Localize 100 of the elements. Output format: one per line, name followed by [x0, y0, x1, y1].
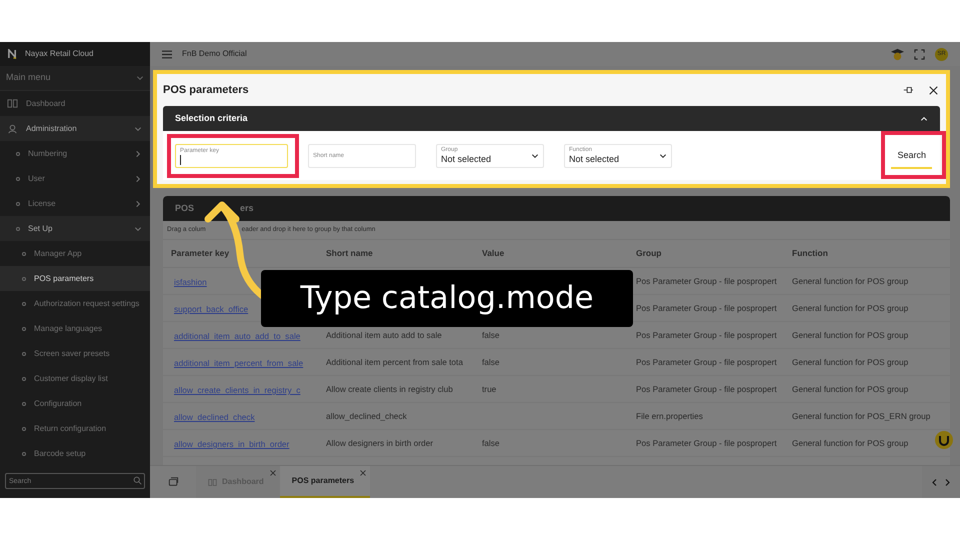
chevron-right-icon — [134, 174, 142, 182]
sidebar-item[interactable]: Authorization request settings — [0, 291, 150, 316]
text-cursor-icon — [180, 154, 181, 164]
badge-icon[interactable] — [934, 430, 954, 450]
chevron-down-icon — [659, 152, 667, 160]
sidebar-item[interactable]: Manager App — [0, 241, 150, 266]
sidebar-item[interactable]: POS parameters — [0, 266, 150, 291]
table-cell-text: General function for POS group — [792, 356, 910, 368]
sidebar-item[interactable]: Barcode setup — [0, 441, 150, 466]
table-cell-text: false — [482, 436, 501, 450]
criteria-header[interactable]: Selection criteria — [163, 106, 940, 131]
bullet-icon — [22, 426, 26, 430]
item-label: User — [28, 174, 46, 182]
table-cell-text: Allow designers in birth order — [326, 436, 434, 450]
table-cell-text: false — [482, 356, 501, 368]
item-label: Administration — [26, 124, 78, 132]
search-button[interactable]: Search — [891, 142, 932, 168]
chevron-right-icon — [943, 478, 952, 486]
windows-icon[interactable] — [168, 477, 178, 487]
fullscreen-icon[interactable] — [914, 48, 925, 60]
sidebar-item[interactable]: Administration — [0, 116, 150, 141]
table-cell-text: Pos Parameter Group - file pospropert — [636, 436, 778, 450]
sidebar-item[interactable]: Set Up — [0, 216, 150, 241]
table-cell-text: Pos Parameter Group - file pospropert — [636, 274, 778, 288]
column-header[interactable]: Function — [792, 247, 942, 260]
table-cell-text: File ern.properties — [636, 410, 704, 422]
tab-label: POS parameters — [292, 475, 354, 487]
highlight-frame — [881, 131, 946, 179]
parameter-link[interactable]: additional_item_auto_add_to_sale — [174, 331, 300, 341]
table-cell-text: true — [482, 382, 498, 396]
pin-icon[interactable] — [903, 85, 913, 95]
bullet-icon — [16, 226, 20, 230]
chevron-up-icon — [920, 114, 928, 122]
item-label: POS parameters — [34, 274, 95, 282]
item-label: Manager App — [34, 250, 83, 258]
company-name: FnB Demo Official — [182, 48, 248, 60]
item-label: Barcode setup — [34, 450, 87, 458]
table-cell-text: Pos Parameter Group - file pospropert — [636, 356, 778, 368]
column-header[interactable]: Short name — [326, 247, 482, 260]
field-value: Not selected — [441, 154, 492, 165]
parameter-link[interactable]: isfashion — [174, 277, 207, 287]
table-cell-text: General function for POS group — [792, 436, 910, 450]
column-header[interactable]: Value — [482, 247, 636, 260]
table-cell-text: Allow create clients in registry club — [326, 382, 454, 396]
table-cell-text: General function for POS group — [792, 382, 910, 396]
item-label: Numbering — [28, 150, 68, 158]
graduation-cap-icon[interactable] — [891, 48, 904, 60]
dashboard-icon — [7, 98, 18, 109]
sidebar-item[interactable]: Configuration — [0, 391, 150, 416]
parameter-link[interactable]: allow_designers_in_birth_order — [174, 439, 290, 449]
parameter-link[interactable]: allow_declined_check — [174, 412, 255, 422]
item-label: Set Up — [28, 224, 54, 232]
sidebar-item[interactable]: Numbering — [0, 141, 150, 166]
chevron-right-icon — [134, 200, 142, 208]
item-label: Authorization request settings — [34, 300, 140, 308]
chevron-right-icon — [134, 150, 142, 158]
table-cell-text: General function for POS group — [792, 274, 910, 288]
table-cell-text: allow_declined_check — [326, 410, 408, 422]
item-label: License — [28, 200, 57, 208]
bullet-icon — [22, 352, 26, 356]
main-menu-label: Main menu — [6, 71, 52, 84]
table-cell-text: Additional item percent from sale tota — [326, 356, 464, 368]
parameter-link[interactable]: allow_create_clients_in_registry_c — [174, 385, 300, 395]
table-cell-text: Additional item auto add to sale — [326, 328, 443, 342]
chevron-left-icon — [930, 478, 939, 486]
chevron-down-icon — [531, 152, 539, 160]
item-label: Screen saver presets — [34, 350, 111, 358]
table-cell-text: false — [482, 328, 501, 342]
item-label: Manage languages — [34, 324, 104, 332]
table-cell-text: General function for POS group — [792, 328, 910, 342]
bullet-icon — [22, 276, 26, 280]
menu-icon[interactable] — [162, 50, 172, 58]
close-icon[interactable] — [929, 86, 938, 94]
sidebar-item[interactable]: Screen saver presets — [0, 341, 150, 366]
sidebar-item[interactable]: Customer display list — [0, 366, 150, 391]
sidebar-item[interactable]: License — [0, 191, 150, 216]
sidebar-item[interactable]: Manage languages — [0, 316, 150, 341]
bullet-icon — [16, 202, 20, 206]
bullet-icon — [16, 152, 20, 156]
column-header[interactable]: Group — [636, 247, 792, 260]
table-cell-text: Pos Parameter Group - file pospropert — [636, 382, 778, 396]
bottom-tab[interactable]: POS parameters — [280, 466, 370, 498]
bullet-icon — [22, 252, 26, 256]
panel-title: POS parameters — [163, 82, 250, 98]
table-cell-text: General function for POS group — [792, 302, 910, 314]
item-label: Customer display list — [34, 374, 109, 382]
search-icon[interactable] — [133, 476, 142, 485]
bullet-icon — [22, 326, 26, 330]
sidebar-item[interactable]: Return configuration — [0, 416, 150, 441]
table-title: POS — [175, 202, 194, 215]
parameter-link[interactable]: support_back_office — [174, 304, 248, 314]
sidebar-item[interactable]: User — [0, 166, 150, 191]
table-cell-text: General function for POS_ERN group — [792, 410, 932, 422]
item-label: Return configuration — [34, 424, 108, 432]
column-header[interactable]: Parameter key — [171, 247, 326, 260]
item-label: Configuration — [34, 400, 83, 408]
sidebar-item[interactable]: Dashboard — [0, 91, 150, 116]
parameter-link[interactable]: additional_item_percent_from_sale — [174, 358, 304, 368]
table-title: ers — [240, 202, 254, 215]
field-value: Not selected — [569, 154, 620, 165]
